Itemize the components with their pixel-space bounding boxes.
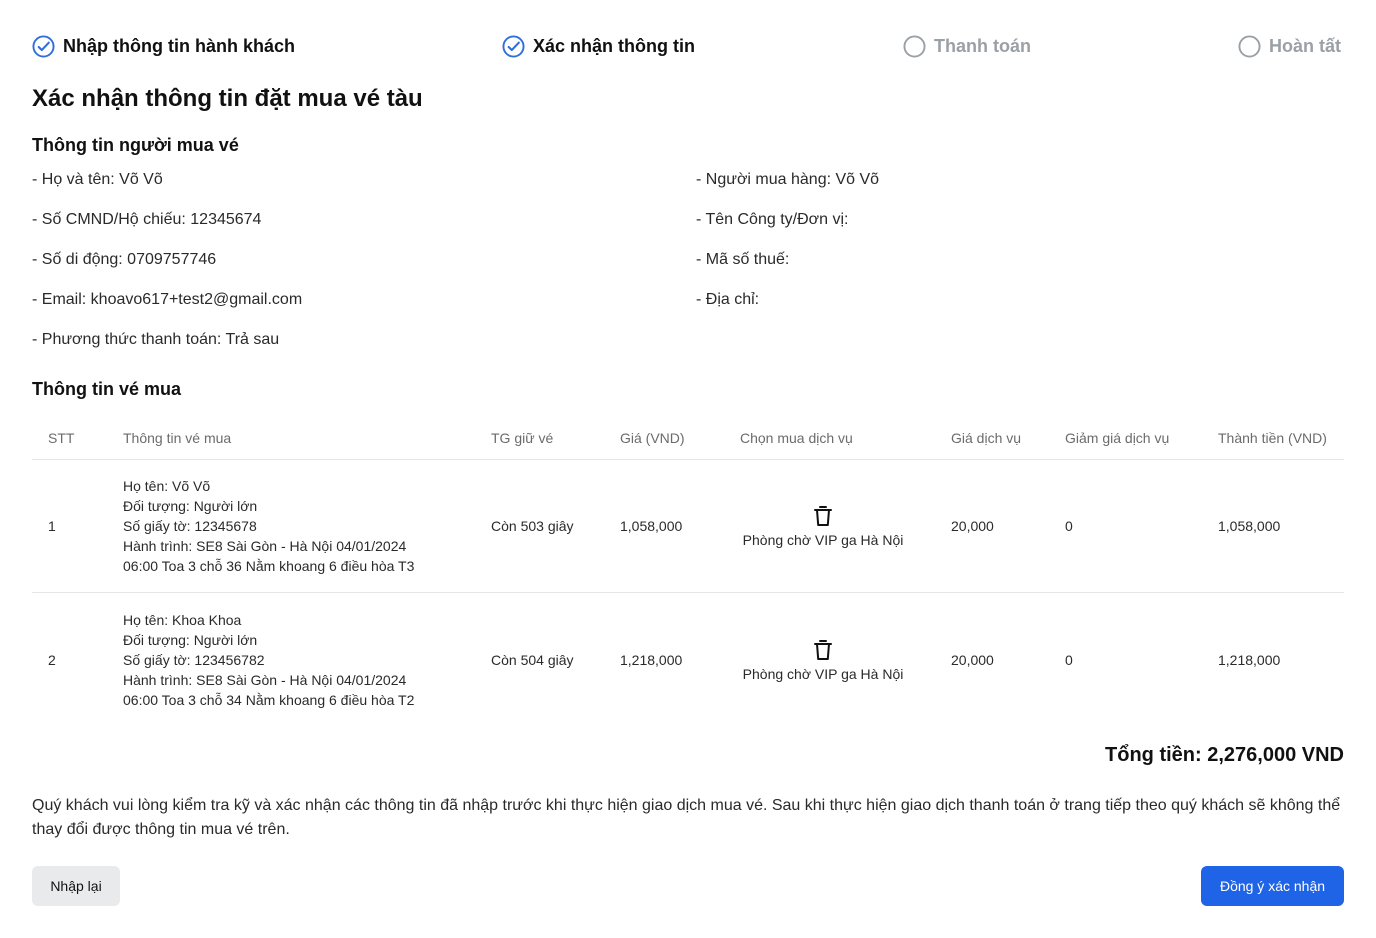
step-label: Hoàn tất xyxy=(1269,35,1341,56)
step-payment: Thanh toán xyxy=(903,30,1031,62)
buyer-phone: - Số di động: 0709757746 xyxy=(32,251,217,268)
passenger-type: Đối tượng: Người lớn xyxy=(123,631,258,648)
seat-details: 06:00 Toa 3 chỗ 34 Nằm khoang 6 điều hòa… xyxy=(123,691,415,708)
step-confirm-info: Xác nhận thông tin xyxy=(502,30,695,62)
line-total: 1,058,000 xyxy=(1218,518,1281,534)
column-header: Thông tin vé mua xyxy=(123,429,232,446)
reset-button[interactable]: Nhập lại xyxy=(32,866,120,906)
service-cell: Phòng chờ VIP ga Hà Nội xyxy=(724,638,935,682)
seat-details: 06:00 Toa 3 chỗ 36 Nằm khoang 6 điều hòa… xyxy=(123,558,415,574)
invoice-tax-code: - Mã số thuế: xyxy=(696,251,790,268)
grand-total: Tổng tiền: 2,276,000 VND xyxy=(1105,744,1344,766)
service-name: Phòng chờ VIP ga Hà Nội xyxy=(742,532,904,548)
check-circle-icon xyxy=(502,34,525,58)
buyer-id-number: - Số CMND/Hộ chiếu: 12345674 xyxy=(32,211,262,228)
trash-icon[interactable] xyxy=(812,638,834,662)
service-name: Phòng chờ VIP ga Hà Nội xyxy=(742,665,904,682)
column-header: Giá (VND) xyxy=(620,429,685,446)
column-header: Thành tiền (VND) xyxy=(1218,429,1327,446)
step-complete: Hoàn tất xyxy=(1238,30,1341,62)
passenger-document: Số giấy tờ: 123456782 xyxy=(123,651,265,668)
column-header: Giá dịch vụ xyxy=(951,429,1022,446)
trash-icon[interactable] xyxy=(812,504,834,528)
service-price: 20,000 xyxy=(951,518,994,534)
page-title: Xác nhận thông tin đặt mua vé tàu xyxy=(32,85,423,112)
hold-time: Còn 503 giây xyxy=(491,518,574,534)
confirmation-notice: Quý khách vui lòng kiểm tra kỹ và xác nh… xyxy=(32,797,1341,838)
buyer-email: - Email: khoavo617+test2@gmail.com xyxy=(32,291,303,308)
passenger-type: Đối tượng: Người lớn xyxy=(123,498,258,514)
ticket-table: STT Thông tin vé mua TG giữ vé Giá (VND)… xyxy=(32,416,1344,726)
step-passenger-info: Nhập thông tin hành khách xyxy=(32,30,295,62)
buyer-full-name: - Họ và tên: Võ Võ xyxy=(32,171,163,188)
row-number: 2 xyxy=(48,651,56,668)
ticket-price: 1,058,000 xyxy=(620,518,683,534)
empty-circle-icon xyxy=(1238,34,1261,58)
ticket-details: Họ tên: Võ Võ Đối tượng: Người lớn Số gi… xyxy=(107,476,475,576)
ticket-details: Họ tên: Khoa Khoa Đối tượng: Người lớn S… xyxy=(107,610,475,710)
column-header: TG giữ vé xyxy=(491,429,554,446)
step-label: Thanh toán xyxy=(934,35,1031,56)
service-discount: 0 xyxy=(1065,518,1073,534)
table-header: STT Thông tin vé mua TG giữ vé Giá (VND)… xyxy=(32,416,1344,460)
row-number: 1 xyxy=(48,518,56,534)
passenger-name: Họ tên: Khoa Khoa xyxy=(123,611,242,628)
buyer-info-left: - Họ và tên: Võ Võ - Số CMND/Hộ chiếu: 1… xyxy=(32,168,302,368)
service-cell: Phòng chờ VIP ga Hà Nội xyxy=(724,504,935,548)
column-header: Chọn mua dịch vụ xyxy=(740,429,853,446)
confirm-button[interactable]: Đồng ý xác nhận xyxy=(1201,866,1344,906)
service-discount: 0 xyxy=(1065,651,1073,668)
journey: Hành trình: SE8 Sài Gòn - Hà Nội 04/01/2… xyxy=(123,671,407,688)
buyer-info-right: - Người mua hàng: Võ Võ - Tên Công ty/Đơ… xyxy=(696,168,879,328)
buyer-section-title: Thông tin người mua vé xyxy=(32,135,239,155)
buyer-payment-method: - Phương thức thanh toán: Trả sau xyxy=(32,331,280,348)
line-total: 1,218,000 xyxy=(1218,651,1281,668)
check-circle-icon xyxy=(32,34,55,58)
progress-steps: Nhập thông tin hành khách Xác nhận thông… xyxy=(32,30,1344,62)
passenger-document: Số giấy tờ: 12345678 xyxy=(123,518,257,534)
column-header: Giảm giá dịch vụ xyxy=(1065,429,1170,446)
hold-time: Còn 504 giây xyxy=(491,651,574,668)
empty-circle-icon xyxy=(903,34,926,58)
journey: Hành trình: SE8 Sài Gòn - Hà Nội 04/01/2… xyxy=(123,538,407,554)
invoice-address: - Địa chỉ: xyxy=(696,291,760,308)
step-label: Nhập thông tin hành khách xyxy=(63,35,295,56)
ticket-section-title: Thông tin vé mua xyxy=(32,379,182,399)
step-label: Xác nhận thông tin xyxy=(533,35,695,56)
invoice-buyer: - Người mua hàng: Võ Võ xyxy=(696,171,880,188)
ticket-price: 1,218,000 xyxy=(620,651,683,668)
passenger-name: Họ tên: Võ Võ xyxy=(123,478,211,494)
column-header: STT xyxy=(48,429,75,446)
table-row: 2 Họ tên: Khoa Khoa Đối tượng: Người lớn… xyxy=(32,593,1344,726)
invoice-company: - Tên Công ty/Đơn vị: xyxy=(696,211,849,228)
service-price: 20,000 xyxy=(951,651,994,668)
table-row: 1 Họ tên: Võ Võ Đối tượng: Người lớn Số … xyxy=(32,460,1344,593)
